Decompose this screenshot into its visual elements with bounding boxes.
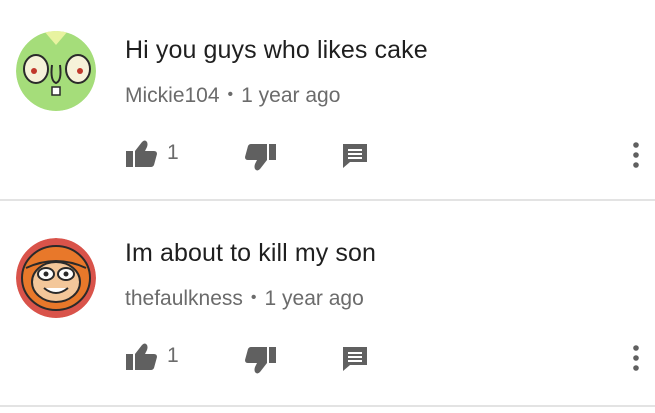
author-name[interactable]: Mickie104 bbox=[125, 84, 220, 107]
more-vertical-icon bbox=[633, 142, 639, 168]
comment-item: Hi you guys who likes cake Mickie104 • 1 y… bbox=[0, 0, 655, 202]
like-count: 1 bbox=[167, 141, 179, 164]
like-count: 1 bbox=[167, 344, 179, 367]
divider bbox=[0, 199, 655, 201]
user-avatar[interactable] bbox=[16, 238, 96, 318]
thumbs-down-icon bbox=[245, 347, 276, 374]
comment-meta: thefaulkness • 1 year ago bbox=[125, 287, 364, 311]
comment-item: Im about to kill my son thefaulkness • 1 y… bbox=[0, 203, 655, 405]
dislike-button[interactable] bbox=[244, 345, 278, 375]
reply-comment-icon bbox=[343, 347, 367, 371]
meta-separator: • bbox=[250, 289, 257, 306]
green-cartoon-face-avatar-icon bbox=[16, 31, 96, 111]
divider bbox=[0, 405, 655, 407]
like-button[interactable] bbox=[124, 139, 158, 169]
user-avatar[interactable] bbox=[16, 31, 96, 111]
reply-comment-icon bbox=[343, 144, 367, 168]
author-name[interactable]: thefaulkness bbox=[125, 287, 243, 310]
comment-timestamp: 1 year ago bbox=[241, 84, 341, 107]
thumbs-down-icon bbox=[245, 144, 276, 171]
more-options-button[interactable] bbox=[628, 343, 644, 373]
thumbs-up-icon bbox=[126, 140, 157, 167]
meta-separator: • bbox=[227, 86, 234, 103]
more-vertical-icon bbox=[633, 345, 639, 371]
comment-timestamp: 1 year ago bbox=[264, 287, 364, 310]
comment-text: Im about to kill my son bbox=[125, 239, 377, 267]
reply-button[interactable] bbox=[340, 140, 370, 170]
comment-meta: Mickie104 • 1 year ago bbox=[125, 84, 340, 108]
reply-button[interactable] bbox=[340, 343, 370, 373]
like-button[interactable] bbox=[124, 342, 158, 372]
dislike-button[interactable] bbox=[244, 142, 278, 172]
more-options-button[interactable] bbox=[628, 140, 644, 170]
orange-hooded-cartoon-avatar-icon bbox=[16, 238, 96, 318]
thumbs-up-icon bbox=[126, 343, 157, 370]
comment-text: Hi you guys who likes cake bbox=[125, 36, 428, 64]
